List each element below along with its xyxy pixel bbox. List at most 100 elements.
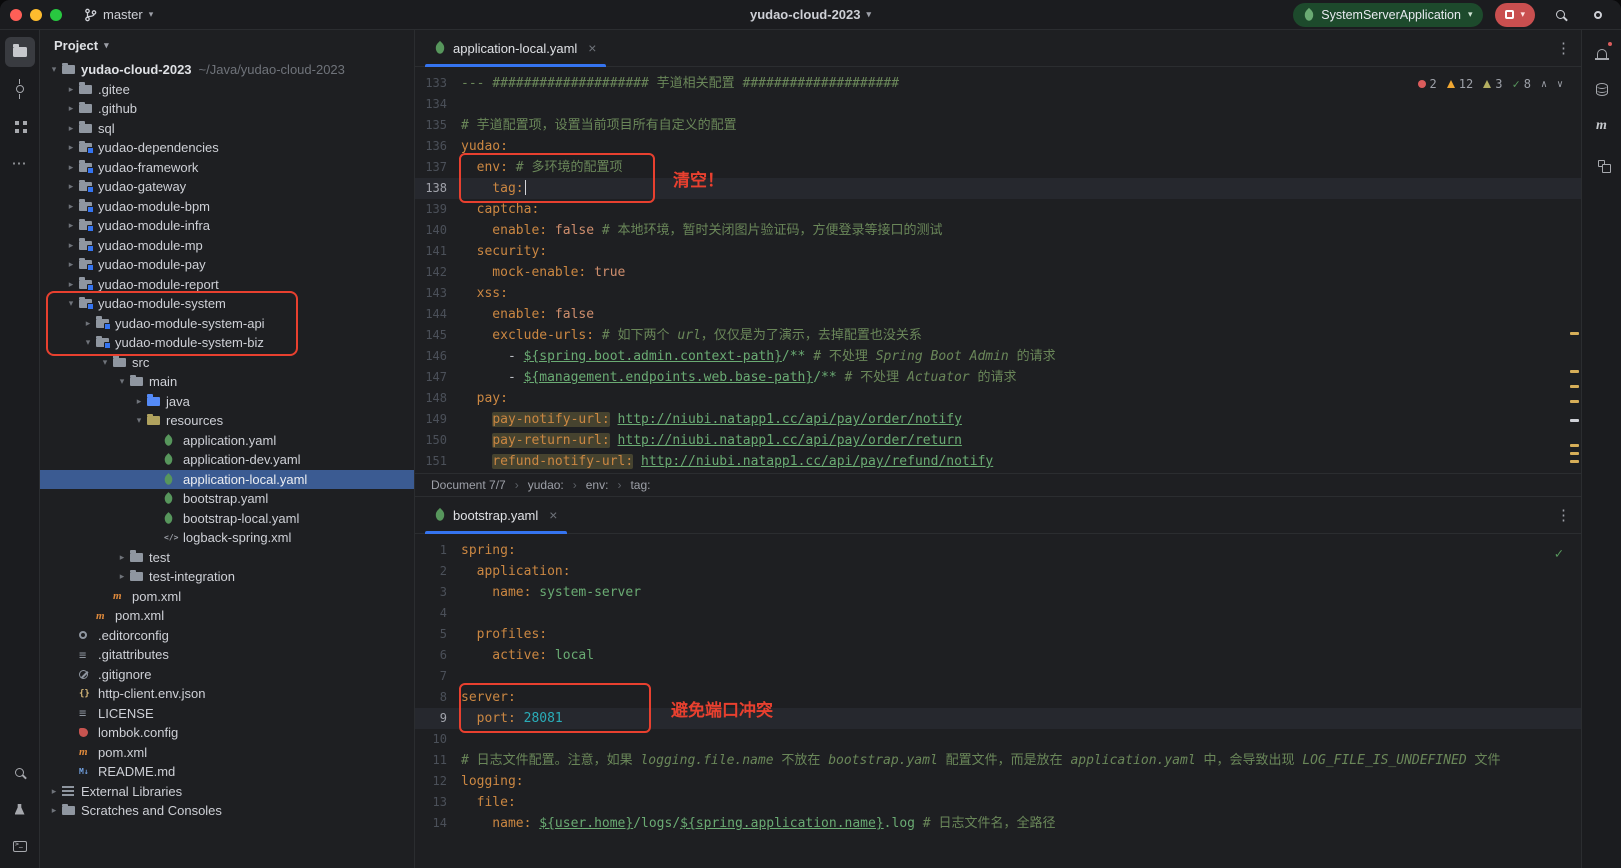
chevron-right-icon[interactable]: ▸ xyxy=(63,279,79,290)
chevron-right-icon[interactable]: ▸ xyxy=(131,396,147,407)
stripe-mark[interactable] xyxy=(1570,460,1579,463)
line-number[interactable]: 141 xyxy=(415,241,461,262)
tree-item[interactable]: application.yaml xyxy=(40,431,414,451)
zoom-window-button[interactable] xyxy=(50,9,62,21)
stripe-mark[interactable] xyxy=(1570,370,1579,373)
line-number[interactable]: 7 xyxy=(415,666,461,687)
chevron-down-icon[interactable]: ▾ xyxy=(97,357,113,368)
next-problem-icon[interactable]: ∨ xyxy=(1557,79,1563,90)
tree-item[interactable]: ▸yudao-module-report xyxy=(40,275,414,295)
tree-item[interactable]: bootstrap.yaml xyxy=(40,489,414,509)
code-line[interactable]: 150 pay-return-url: http://niubi.natapp1… xyxy=(415,430,1581,451)
chevron-right-icon[interactable]: ▸ xyxy=(63,103,79,114)
code-line[interactable]: 11# 日志文件配置。注意，如果 logging.file.name 不放在 b… xyxy=(415,750,1581,771)
line-number[interactable]: 142 xyxy=(415,262,461,283)
line-number[interactable]: 149 xyxy=(415,409,461,430)
tree-item[interactable]: .editorconfig xyxy=(40,626,414,646)
chevron-right-icon[interactable]: ▸ xyxy=(46,805,62,816)
code-line[interactable]: 146 - ${spring.boot.admin.context-path}/… xyxy=(415,346,1581,367)
tree-item[interactable]: {}http-client.env.json xyxy=(40,684,414,704)
git-branch-widget[interactable]: master xyxy=(78,4,159,25)
line-number[interactable]: 5 xyxy=(415,624,461,645)
line-number[interactable]: 151 xyxy=(415,451,461,472)
code-line[interactable]: 8server: xyxy=(415,687,1581,708)
run-configuration-widget[interactable]: SystemServerApplication xyxy=(1293,3,1483,27)
tree-item[interactable]: ▸java xyxy=(40,392,414,412)
code-line[interactable]: 7 xyxy=(415,666,1581,687)
stripe-mark[interactable] xyxy=(1570,332,1579,335)
code-line[interactable]: 138 tag: xyxy=(415,178,1581,199)
chevron-right-icon[interactable]: ▸ xyxy=(63,142,79,153)
inspection-weak[interactable]: 3 xyxy=(1483,77,1502,91)
code-line[interactable]: 2 application: xyxy=(415,561,1581,582)
line-number[interactable]: 148 xyxy=(415,388,461,409)
code-line[interactable]: 151 refund-notify-url: http://niubi.nata… xyxy=(415,451,1581,472)
code-line[interactable]: 5 profiles: xyxy=(415,624,1581,645)
tree-item[interactable]: ▾src xyxy=(40,353,414,373)
line-number[interactable]: 4 xyxy=(415,603,461,624)
tree-item[interactable]: ▸Scratches and Consoles xyxy=(40,801,414,821)
chevron-right-icon[interactable]: ▸ xyxy=(63,201,79,212)
line-number[interactable]: 10 xyxy=(415,729,461,750)
previous-problem-icon[interactable]: ∧ xyxy=(1541,79,1547,90)
settings-button[interactable] xyxy=(1585,2,1611,28)
code-line[interactable]: 1spring: xyxy=(415,540,1581,561)
stripe-mark[interactable] xyxy=(1570,385,1579,388)
notifications-button[interactable] xyxy=(1587,37,1617,67)
line-number[interactable]: 8 xyxy=(415,687,461,708)
tree-item[interactable]: ▸yudao-module-infra xyxy=(40,216,414,236)
error-stripe[interactable] xyxy=(1569,67,1579,473)
tree-item[interactable]: application-local.yaml xyxy=(40,470,414,490)
stripe-mark[interactable] xyxy=(1570,419,1579,422)
line-number[interactable]: 13 xyxy=(415,792,461,813)
code-line[interactable]: 14 name: ${user.home}/logs/${spring.appl… xyxy=(415,813,1581,834)
line-number[interactable]: 1 xyxy=(415,540,461,561)
tree-item[interactable]: M↓README.md xyxy=(40,762,414,782)
inspection-error[interactable]: 2 xyxy=(1418,77,1437,91)
line-number[interactable]: 135 xyxy=(415,115,461,136)
terminal-tool-button[interactable] xyxy=(5,831,35,861)
line-number[interactable]: 2 xyxy=(415,561,461,582)
maven-tool-button[interactable]: m xyxy=(1587,111,1617,141)
more-options-icon[interactable] xyxy=(1556,39,1571,58)
tree-item[interactable]: ▾main xyxy=(40,372,414,392)
tree-item[interactable]: ▸yudao-module-bpm xyxy=(40,197,414,217)
line-number[interactable]: 11 xyxy=(415,750,461,771)
project-switcher[interactable]: yudao-cloud-2023 xyxy=(744,4,877,25)
tree-item[interactable]: .gitignore xyxy=(40,665,414,685)
chevron-right-icon[interactable]: ▸ xyxy=(63,240,79,251)
chevron-down-icon[interactable]: ▾ xyxy=(46,64,62,75)
line-number[interactable]: 133 xyxy=(415,73,461,94)
chevron-down-icon[interactable]: ▾ xyxy=(131,415,147,426)
code-line[interactable]: 142 mock-enable: true xyxy=(415,262,1581,283)
search-everywhere-button[interactable] xyxy=(1547,2,1573,28)
tree-item[interactable]: ≡LICENSE xyxy=(40,704,414,724)
tree-item[interactable]: ▾yudao-module-system xyxy=(40,294,414,314)
inspections-widget[interactable]: 21238∧∨ xyxy=(1418,77,1563,91)
chevron-down-icon[interactable]: ▾ xyxy=(63,298,79,309)
breadcrumb-item[interactable]: env: xyxy=(586,478,609,492)
line-number[interactable]: 139 xyxy=(415,199,461,220)
tree-item[interactable]: ▾yudao-module-system-biz xyxy=(40,333,414,353)
commit-tool-button[interactable] xyxy=(5,74,35,104)
close-window-button[interactable] xyxy=(10,9,22,21)
tree-item[interactable]: ▸yudao-module-system-api xyxy=(40,314,414,334)
line-number[interactable]: 3 xyxy=(415,582,461,603)
tree-item[interactable]: ▸yudao-module-mp xyxy=(40,236,414,256)
code-line[interactable]: 6 active: local xyxy=(415,645,1581,666)
code-line[interactable]: 12logging: xyxy=(415,771,1581,792)
find-tool-button[interactable] xyxy=(5,757,35,787)
chevron-right-icon[interactable]: ▸ xyxy=(63,220,79,231)
database-tool-button[interactable] xyxy=(1587,74,1617,104)
code-line[interactable]: 149 pay-notify-url: http://niubi.natapp1… xyxy=(415,409,1581,430)
tree-item[interactable]: ▸.gitee xyxy=(40,80,414,100)
tree-item[interactable]: ▸test-integration xyxy=(40,567,414,587)
code-line[interactable]: 3 name: system-server xyxy=(415,582,1581,603)
close-tab-icon[interactable]: × xyxy=(588,40,596,56)
project-tool-button[interactable] xyxy=(5,37,35,67)
tree-item[interactable]: ▸sql xyxy=(40,119,414,139)
code-line[interactable]: 4 xyxy=(415,603,1581,624)
tree-item[interactable]: mpom.xml xyxy=(40,606,414,626)
code-line[interactable]: 135# 芋道配置项，设置当前项目所有自定义的配置 xyxy=(415,115,1581,136)
tree-item[interactable]: ▸test xyxy=(40,548,414,568)
